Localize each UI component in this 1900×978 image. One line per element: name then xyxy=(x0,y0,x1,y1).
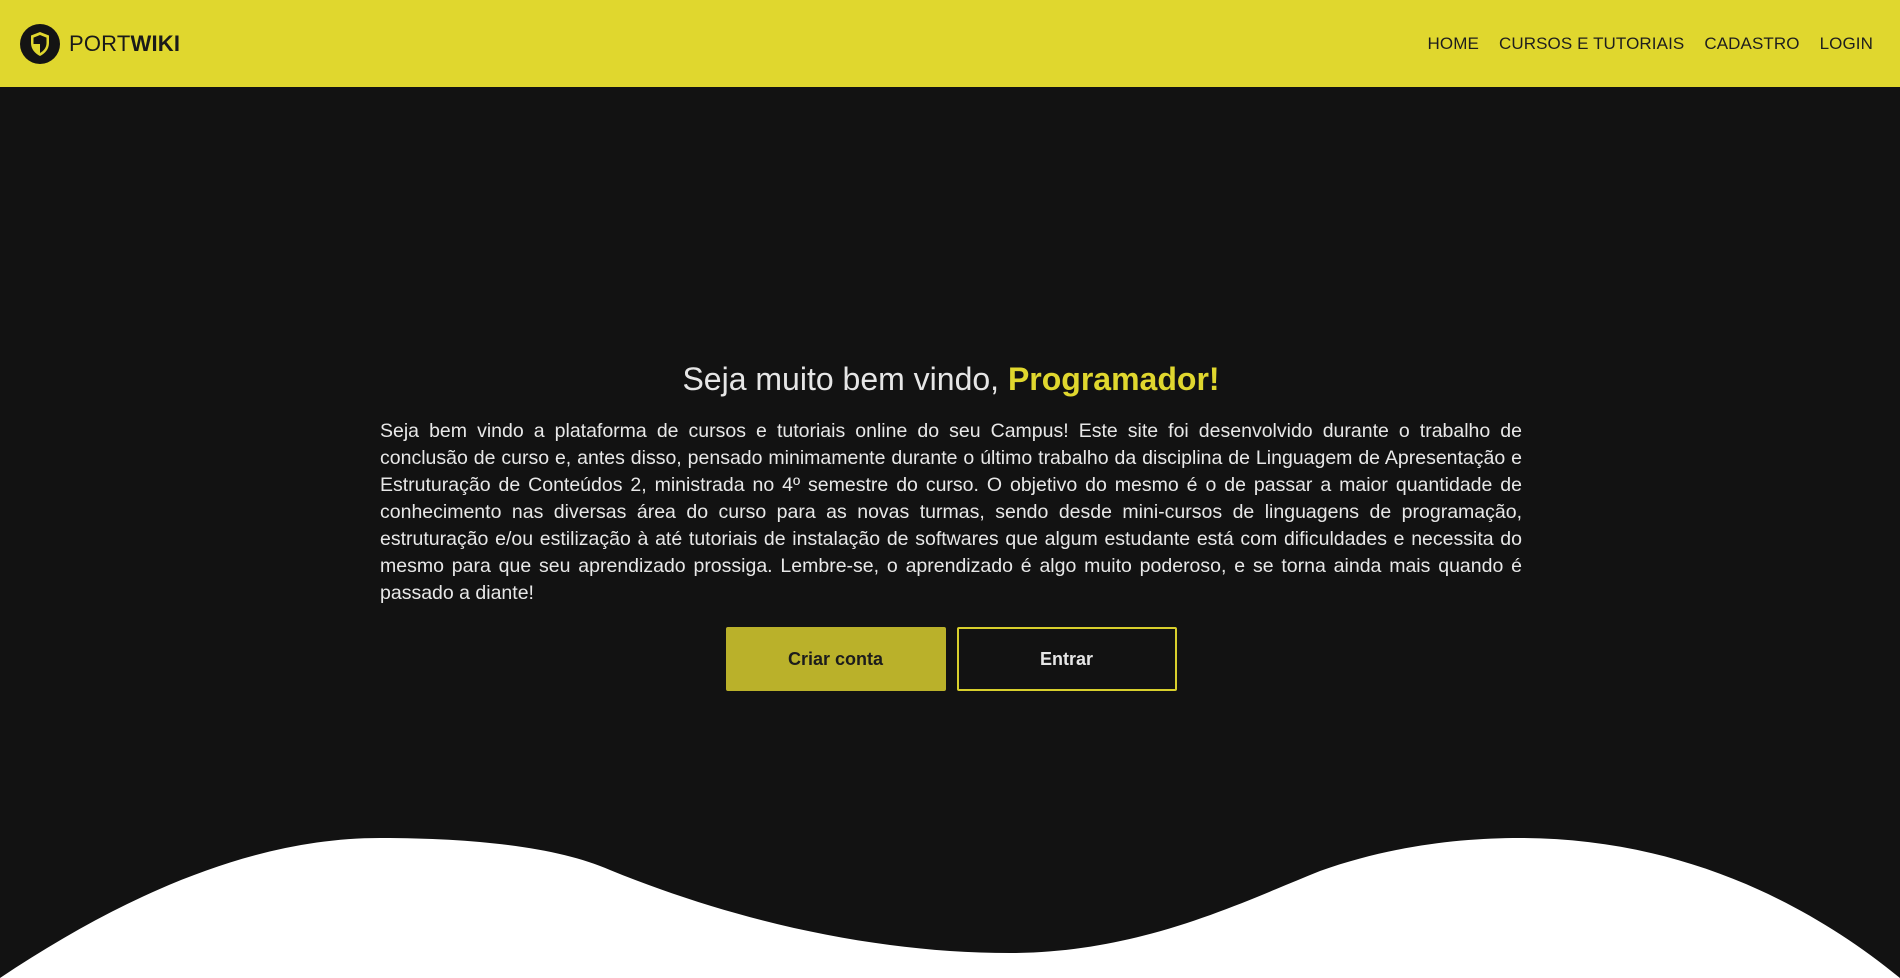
create-account-button[interactable]: Criar conta xyxy=(725,627,946,692)
brand-name-light: PORT xyxy=(69,30,131,56)
brand-link[interactable]: PORTWIKI xyxy=(20,23,180,64)
nav-item-cursos-e-tutoriais[interactable]: CURSOS E TUTORIAIS xyxy=(1499,34,1684,54)
top-navbar: PORTWIKI HOME CURSOS E TUTORIAIS CADASTR… xyxy=(0,0,1900,87)
shield-icon xyxy=(20,23,60,64)
wave-divider xyxy=(0,838,1900,978)
main-nav: HOME CURSOS E TUTORIAIS CADASTRO LOGIN xyxy=(1428,34,1873,54)
hero-title-prefix: Seja muito bem vindo, xyxy=(682,361,1008,397)
brand-name: PORTWIKI xyxy=(69,31,180,57)
nav-item-cadastro[interactable]: CADASTRO xyxy=(1704,34,1799,54)
hero-section: Seja muito bem vindo, Programador! Seja … xyxy=(380,360,1522,692)
login-button[interactable]: Entrar xyxy=(956,627,1177,692)
hero-actions: Criar conta Entrar xyxy=(380,627,1522,692)
hero-title-accent: Programador! xyxy=(1007,361,1220,397)
hero-description: Seja bem vindo a plataforma de cursos e … xyxy=(380,420,1522,605)
page: PORTWIKI HOME CURSOS E TUTORIAIS CADASTR… xyxy=(0,0,1900,978)
nav-item-home[interactable]: HOME xyxy=(1428,34,1479,54)
brand-name-bold: WIKI xyxy=(130,30,181,56)
nav-item-login[interactable]: LOGIN xyxy=(1820,34,1873,54)
hero-title: Seja muito bem vindo, Programador! xyxy=(380,360,1522,398)
